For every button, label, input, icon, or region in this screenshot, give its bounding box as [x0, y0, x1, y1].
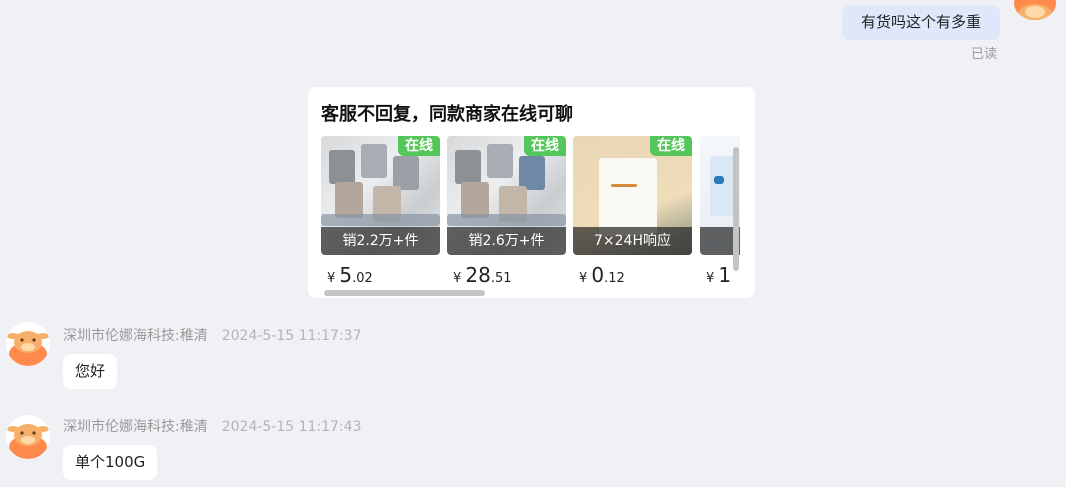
outgoing-message-bubble[interactable]: 有货吗这个有多重 [842, 5, 1000, 40]
seller-avatar[interactable] [6, 322, 50, 366]
online-badge: 在线 [650, 136, 692, 156]
product-card[interactable]: 在线 7×24H响应 ¥ 0.12 [573, 136, 692, 287]
product-price: ¥ 0.12 [579, 263, 625, 287]
product-price: ¥ 5.02 [327, 263, 373, 287]
product-price: ¥ 28.51 [453, 263, 512, 287]
seller-avatar[interactable] [6, 415, 50, 459]
product-price: ¥ 1 [706, 263, 732, 286]
horizontal-scrollbar[interactable] [324, 290, 485, 296]
product-image: 在线 7×24H响应 [573, 136, 692, 255]
card-title: 客服不回复，同款商家在线可聊 [321, 104, 573, 125]
cartoon-cow-avatar-icon [1017, 4, 1053, 20]
recommend-card: 客服不回复，同款商家在线可聊 在线 销2.2万+件 ¥ 5.02 在线 销2.6… [308, 87, 755, 298]
product-card[interactable]: 在线 销2.2万+件 ¥ 5.02 [321, 136, 440, 287]
incoming-message-bubble[interactable]: 您好 [63, 354, 118, 389]
message-time: 2024-5-15 11:17:37 [221, 328, 362, 344]
message-meta: 深圳市伦娜海科技:稚清 2024-5-15 11:17:43 [63, 416, 362, 436]
cartoon-cow-avatar-icon [7, 424, 49, 459]
sender-name: 深圳市伦娜海科技:稚清 [63, 328, 208, 344]
product-image: 在线 销2.2万+件 [321, 136, 440, 255]
product-card[interactable]: 在线 销2.6万+件 ¥ 28.51 [447, 136, 566, 287]
my-avatar[interactable] [1014, 0, 1056, 20]
cartoon-cow-avatar-icon [7, 331, 49, 366]
sales-overlay: 销2.2万+件 [321, 227, 440, 255]
read-status: 已读 [971, 47, 998, 62]
vertical-scrollbar[interactable] [733, 147, 739, 271]
message-meta: 深圳市伦娜海科技:稚清 2024-5-15 11:17:37 [63, 325, 362, 345]
incoming-message-bubble[interactable]: 单个100G [63, 445, 158, 480]
sales-overlay: 销2.6万+件 [447, 227, 566, 255]
online-badge: 在线 [398, 136, 440, 156]
service-overlay: 7×24H响应 [573, 227, 692, 255]
product-image: 在线 销2.6万+件 [447, 136, 566, 255]
message-time: 2024-5-15 11:17:43 [221, 419, 362, 435]
sender-name: 深圳市伦娜海科技:稚清 [63, 419, 208, 435]
online-badge: 在线 [524, 136, 566, 156]
